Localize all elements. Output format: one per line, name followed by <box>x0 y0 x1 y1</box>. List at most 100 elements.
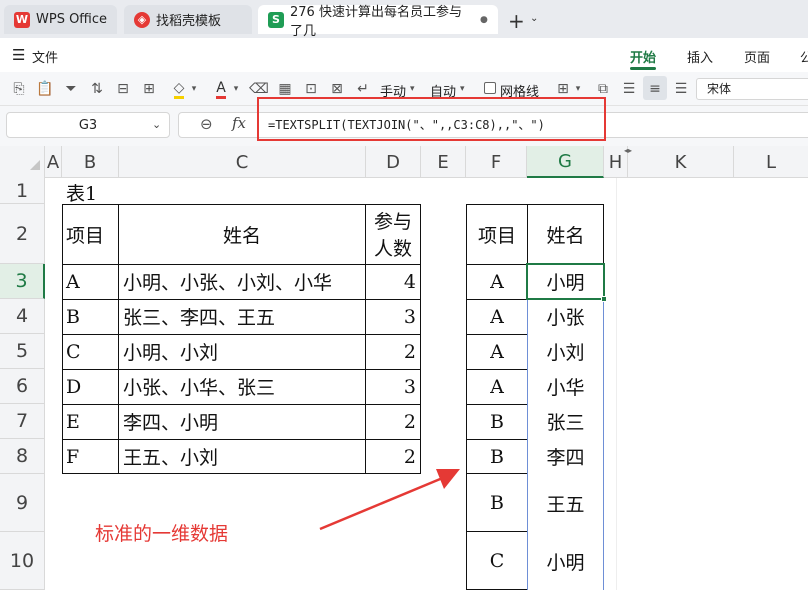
name-box-chevron-icon[interactable]: ⌄ <box>152 118 161 131</box>
row-header-2[interactable]: 2 <box>0 204 45 264</box>
cell-style-icon[interactable]: ▦ <box>276 80 294 98</box>
left-item-cell[interactable]: E <box>66 404 80 439</box>
column-header-b[interactable]: B <box>62 146 119 178</box>
row-header-3[interactable]: 3 <box>0 264 45 299</box>
align-right-icon[interactable]: ☰ <box>672 80 690 98</box>
format-painter-icon[interactable]: ⎘ <box>10 80 28 98</box>
paste-icon[interactable]: 📋 <box>36 80 54 98</box>
manual-chevron-icon[interactable]: ▾ <box>410 84 415 94</box>
auto-chevron-icon[interactable]: ▾ <box>460 84 465 94</box>
right-name-cell[interactable]: 李四 <box>528 439 603 474</box>
filter-icon[interactable]: ⏷ <box>62 80 80 98</box>
right-item-cell[interactable]: C <box>467 532 527 590</box>
window-icon[interactable]: ⧉ <box>594 80 612 98</box>
right-item-cell[interactable]: B <box>467 439 527 474</box>
sort-icon[interactable]: ⇅ <box>88 80 106 98</box>
align-center-icon[interactable]: ≡ <box>646 80 664 98</box>
left-count-cell[interactable]: 3 <box>366 369 416 404</box>
tab-docer-templates[interactable]: ◈ 找稻壳模板 <box>124 5 252 34</box>
sheet-title-cell[interactable]: 表1 <box>66 180 97 205</box>
right-name-cell[interactable]: 小刘 <box>528 334 603 369</box>
left-names-cell[interactable]: 王五、小刘 <box>123 439 218 474</box>
column-header-l[interactable]: L <box>734 146 808 178</box>
right-name-cell[interactable]: 张三 <box>528 404 603 439</box>
left-count-cell[interactable]: 3 <box>366 299 416 334</box>
fill-color-icon[interactable]: ◇ <box>168 80 190 99</box>
right-name-cell[interactable]: 王五 <box>528 474 603 532</box>
tab-current-workbook[interactable]: S 276 快速计算出每名员工参与了几 ● <box>258 5 498 39</box>
freeze-chevron-icon[interactable]: ▾ <box>574 80 582 98</box>
row-header-4[interactable]: 4 <box>0 299 45 334</box>
new-tab-plus-icon[interactable]: + <box>508 9 525 33</box>
right-item-cell[interactable]: A <box>467 334 527 369</box>
column-header-g[interactable]: G <box>527 146 604 178</box>
right-name-cell[interactable]: 小华 <box>528 369 603 404</box>
ribbon-tab-home[interactable]: 开始 <box>630 47 656 66</box>
right-item-cell[interactable]: A <box>467 299 527 334</box>
file-menu[interactable]: 文件 <box>32 47 58 66</box>
header-name-cell[interactable]: 姓名 <box>119 205 365 264</box>
name-box[interactable]: G3 <box>6 112 170 138</box>
left-names-cell[interactable]: 小明、小张、小刘、小华 <box>123 264 332 299</box>
row-header-1[interactable]: 1 <box>0 178 45 204</box>
column-header-d[interactable]: D <box>366 146 421 178</box>
wrap-text-icon[interactable]: ↵ <box>354 80 372 98</box>
row-header-5[interactable]: 5 <box>0 334 45 369</box>
tab-wps-office[interactable]: W WPS Office <box>4 5 117 34</box>
ribbon-tab-more[interactable]: 公 <box>800 47 808 66</box>
right-header-name-cell[interactable]: 姓名 <box>528 205 603 264</box>
freeze-panes-icon[interactable]: ⊞ <box>554 80 572 98</box>
left-item-cell[interactable]: D <box>66 369 81 404</box>
right-name-cell[interactable]: 小明 <box>528 532 603 590</box>
row-header-6[interactable]: 6 <box>0 369 45 404</box>
borders-icon[interactable]: ⊞ <box>140 80 158 98</box>
font-color-chevron-icon[interactable]: ▾ <box>232 80 240 98</box>
fx-icon[interactable]: fx <box>232 114 246 132</box>
row-header-10[interactable]: 10 <box>0 532 45 590</box>
bold-format-icon[interactable]: ⊟ <box>114 80 132 98</box>
zoom-search-icon[interactable]: ⊖ <box>200 115 213 133</box>
column-header-f[interactable]: F <box>466 146 527 178</box>
column-header-c[interactable]: C <box>119 146 366 178</box>
row-header-9[interactable]: 9 <box>0 474 45 532</box>
left-item-cell[interactable]: A <box>66 264 80 299</box>
left-count-cell[interactable]: 4 <box>366 264 416 299</box>
left-item-cell[interactable]: B <box>66 299 80 334</box>
font-name-select[interactable]: 宋体 <box>696 78 808 100</box>
hamburger-icon[interactable]: ☰ <box>12 46 25 64</box>
row-header-8[interactable]: 8 <box>0 439 45 474</box>
gridlines-checkbox[interactable] <box>484 82 496 94</box>
left-count-cell[interactable]: 2 <box>366 334 416 369</box>
row-header-7[interactable]: 7 <box>0 404 45 439</box>
header-count-line1[interactable]: 参与 <box>366 207 420 234</box>
right-item-cell[interactable]: A <box>467 264 527 299</box>
clear-format-icon[interactable]: ⌫ <box>249 80 269 98</box>
left-count-cell[interactable]: 2 <box>366 404 416 439</box>
column-header-k[interactable]: K <box>628 146 734 178</box>
tab-list-chevron-icon[interactable]: ⌄ <box>530 13 538 24</box>
left-names-cell[interactable]: 张三、李四、王五 <box>123 299 275 334</box>
right-name-cell[interactable]: 小张 <box>528 299 603 334</box>
align-left-icon[interactable]: ☰ <box>620 80 638 98</box>
left-item-cell[interactable]: F <box>66 439 79 474</box>
ribbon-tab-page[interactable]: 页面 <box>744 47 770 66</box>
right-item-cell[interactable]: B <box>467 404 527 439</box>
unsaved-dot-icon[interactable]: ● <box>480 15 488 25</box>
fill-color-chevron-icon[interactable]: ▾ <box>190 80 198 98</box>
font-color-icon[interactable]: A <box>210 80 232 99</box>
right-item-cell[interactable]: B <box>467 474 527 532</box>
right-header-item-cell[interactable]: 项目 <box>467 205 527 264</box>
column-header-a[interactable]: A <box>45 146 62 178</box>
left-names-cell[interactable]: 小明、小刘 <box>123 334 218 369</box>
left-item-cell[interactable]: C <box>66 334 81 369</box>
ribbon-tab-insert[interactable]: 插入 <box>687 47 713 66</box>
column-header-e[interactable]: E <box>421 146 466 178</box>
header-count-line2[interactable]: 人数 <box>366 234 420 261</box>
table-format-icon[interactable]: ⊡ <box>302 80 320 98</box>
left-names-cell[interactable]: 李四、小明 <box>123 404 218 439</box>
right-name-cell[interactable]: 小明 <box>528 264 603 299</box>
header-item-cell[interactable]: 项目 <box>66 205 104 264</box>
merge-cells-icon[interactable]: ⊠ <box>328 80 346 98</box>
left-names-cell[interactable]: 小张、小华、张三 <box>123 369 275 404</box>
right-item-cell[interactable]: A <box>467 369 527 404</box>
